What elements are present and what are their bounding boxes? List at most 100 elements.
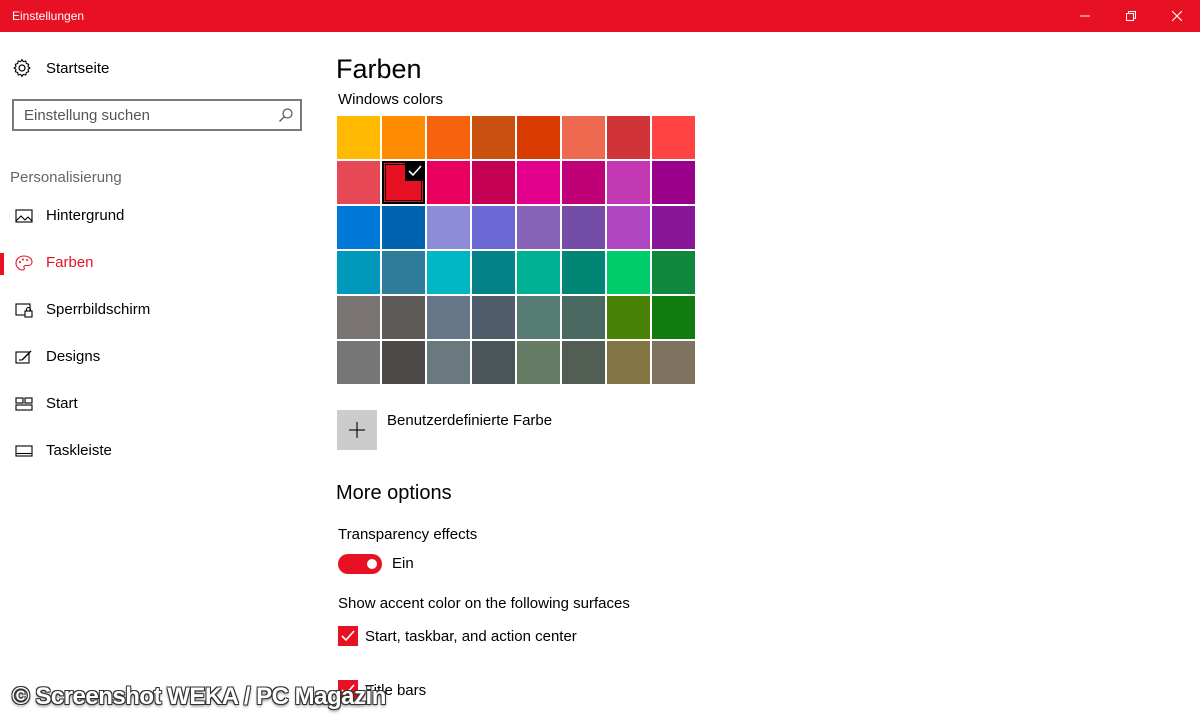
start-icon bbox=[15, 397, 33, 411]
plus-icon bbox=[349, 422, 365, 438]
color-swatch[interactable] bbox=[652, 251, 695, 294]
color-swatch[interactable] bbox=[607, 161, 650, 204]
color-swatch[interactable] bbox=[607, 206, 650, 249]
color-swatch[interactable] bbox=[427, 341, 470, 384]
title-bar: Einstellungen bbox=[0, 0, 1200, 32]
active-indicator bbox=[0, 253, 4, 275]
accent-surfaces-label: Show accent color on the following surfa… bbox=[338, 595, 630, 612]
checkmark-icon bbox=[405, 161, 425, 181]
sidebar-item-designs[interactable]: Designs bbox=[0, 337, 320, 377]
color-swatch[interactable] bbox=[517, 116, 560, 159]
checkbox-start-taskbar[interactable]: Start, taskbar, and action center bbox=[338, 626, 577, 646]
color-swatch[interactable] bbox=[652, 341, 695, 384]
sidebar: Startseite Personalisierung Hintergrund … bbox=[0, 32, 320, 720]
search-box[interactable] bbox=[12, 99, 302, 131]
transparency-state: Ein bbox=[392, 555, 414, 572]
toggle-knob bbox=[367, 559, 377, 569]
color-swatch[interactable] bbox=[382, 296, 425, 339]
color-swatch[interactable] bbox=[472, 206, 515, 249]
transparency-label: Transparency effects bbox=[338, 526, 478, 543]
color-swatch[interactable] bbox=[427, 161, 470, 204]
color-swatch[interactable] bbox=[652, 161, 695, 204]
color-swatch[interactable] bbox=[472, 116, 515, 159]
color-swatch[interactable] bbox=[652, 296, 695, 339]
sidebar-item-start[interactable]: Start bbox=[0, 384, 320, 424]
color-swatch[interactable] bbox=[607, 296, 650, 339]
restore-icon bbox=[1126, 11, 1136, 21]
custom-color-button[interactable] bbox=[337, 410, 377, 450]
color-swatch[interactable] bbox=[607, 251, 650, 294]
color-swatch[interactable] bbox=[427, 251, 470, 294]
section-label: Personalisierung bbox=[10, 169, 122, 186]
sidebar-item-label: Farben bbox=[46, 254, 94, 271]
color-swatch[interactable] bbox=[337, 161, 380, 204]
color-swatch[interactable] bbox=[517, 341, 560, 384]
custom-color-row[interactable]: Benutzerdefinierte Farbe bbox=[337, 410, 552, 450]
color-swatch[interactable] bbox=[562, 161, 605, 204]
sidebar-item-label: Hintergrund bbox=[46, 207, 125, 224]
checkmark-icon bbox=[341, 630, 355, 642]
sidebar-item-farben[interactable]: Farben bbox=[0, 243, 320, 283]
sidebar-item-hintergrund[interactable]: Hintergrund bbox=[0, 196, 320, 236]
checkbox-label: Start, taskbar, and action center bbox=[365, 627, 577, 645]
color-swatch[interactable] bbox=[427, 116, 470, 159]
color-swatch[interactable] bbox=[382, 251, 425, 294]
color-swatch[interactable] bbox=[472, 251, 515, 294]
color-swatch[interactable] bbox=[337, 296, 380, 339]
more-options-heading: More options bbox=[336, 482, 452, 504]
color-swatch[interactable] bbox=[607, 341, 650, 384]
custom-color-label[interactable]: Benutzerdefinierte Farbe bbox=[387, 412, 552, 429]
home-label: Startseite bbox=[46, 59, 110, 77]
taskbar-icon bbox=[15, 445, 33, 457]
color-swatch[interactable] bbox=[337, 116, 380, 159]
color-swatch[interactable] bbox=[562, 206, 605, 249]
sidebar-item-label: Designs bbox=[46, 348, 101, 365]
sidebar-item-label: Start bbox=[46, 395, 78, 412]
lockscreen-icon bbox=[15, 303, 33, 318]
color-swatch[interactable] bbox=[562, 341, 605, 384]
color-swatch[interactable] bbox=[427, 296, 470, 339]
color-swatch[interactable] bbox=[517, 206, 560, 249]
color-swatch[interactable] bbox=[472, 296, 515, 339]
close-button[interactable] bbox=[1154, 0, 1200, 32]
color-swatch[interactable] bbox=[562, 251, 605, 294]
watermark: © Screenshot WEKA / PC Magazin bbox=[12, 683, 386, 710]
windows-colors-label: Windows colors bbox=[338, 91, 444, 108]
palette-icon bbox=[15, 255, 33, 271]
color-swatch[interactable] bbox=[382, 341, 425, 384]
color-swatch[interactable] bbox=[382, 161, 425, 204]
color-swatch[interactable] bbox=[517, 296, 560, 339]
page-title: Farben bbox=[336, 54, 422, 84]
main-content: Farben Windows colors Benutzerdefinierte… bbox=[336, 32, 1196, 720]
gear-icon bbox=[13, 58, 31, 78]
checkbox[interactable] bbox=[338, 626, 358, 646]
color-swatch[interactable] bbox=[562, 296, 605, 339]
home-link[interactable]: Startseite bbox=[12, 56, 292, 80]
minimize-icon bbox=[1080, 15, 1090, 17]
color-swatch[interactable] bbox=[562, 116, 605, 159]
color-swatch[interactable] bbox=[652, 206, 695, 249]
color-swatch[interactable] bbox=[472, 341, 515, 384]
color-swatch[interactable] bbox=[472, 161, 515, 204]
color-swatch[interactable] bbox=[337, 251, 380, 294]
search-input[interactable] bbox=[14, 101, 264, 129]
color-swatch[interactable] bbox=[337, 206, 380, 249]
color-swatch-grid bbox=[337, 116, 699, 384]
color-swatch[interactable] bbox=[382, 116, 425, 159]
color-swatch[interactable] bbox=[652, 116, 695, 159]
color-swatch[interactable] bbox=[517, 161, 560, 204]
search-icon[interactable] bbox=[278, 107, 294, 123]
sidebar-item-sperrbildschirm[interactable]: Sperrbildschirm bbox=[0, 290, 320, 330]
color-swatch[interactable] bbox=[607, 116, 650, 159]
transparency-toggle[interactable] bbox=[338, 554, 382, 574]
color-swatch[interactable] bbox=[427, 206, 470, 249]
color-swatch[interactable] bbox=[382, 206, 425, 249]
minimize-button[interactable] bbox=[1062, 0, 1108, 32]
sidebar-item-taskleiste[interactable]: Taskleiste bbox=[0, 431, 320, 471]
color-swatch[interactable] bbox=[517, 251, 560, 294]
color-swatch[interactable] bbox=[337, 341, 380, 384]
picture-icon bbox=[15, 209, 33, 223]
window-title: Einstellungen bbox=[12, 9, 85, 23]
restore-button[interactable] bbox=[1108, 0, 1154, 32]
sidebar-item-label: Sperrbildschirm bbox=[46, 301, 151, 318]
